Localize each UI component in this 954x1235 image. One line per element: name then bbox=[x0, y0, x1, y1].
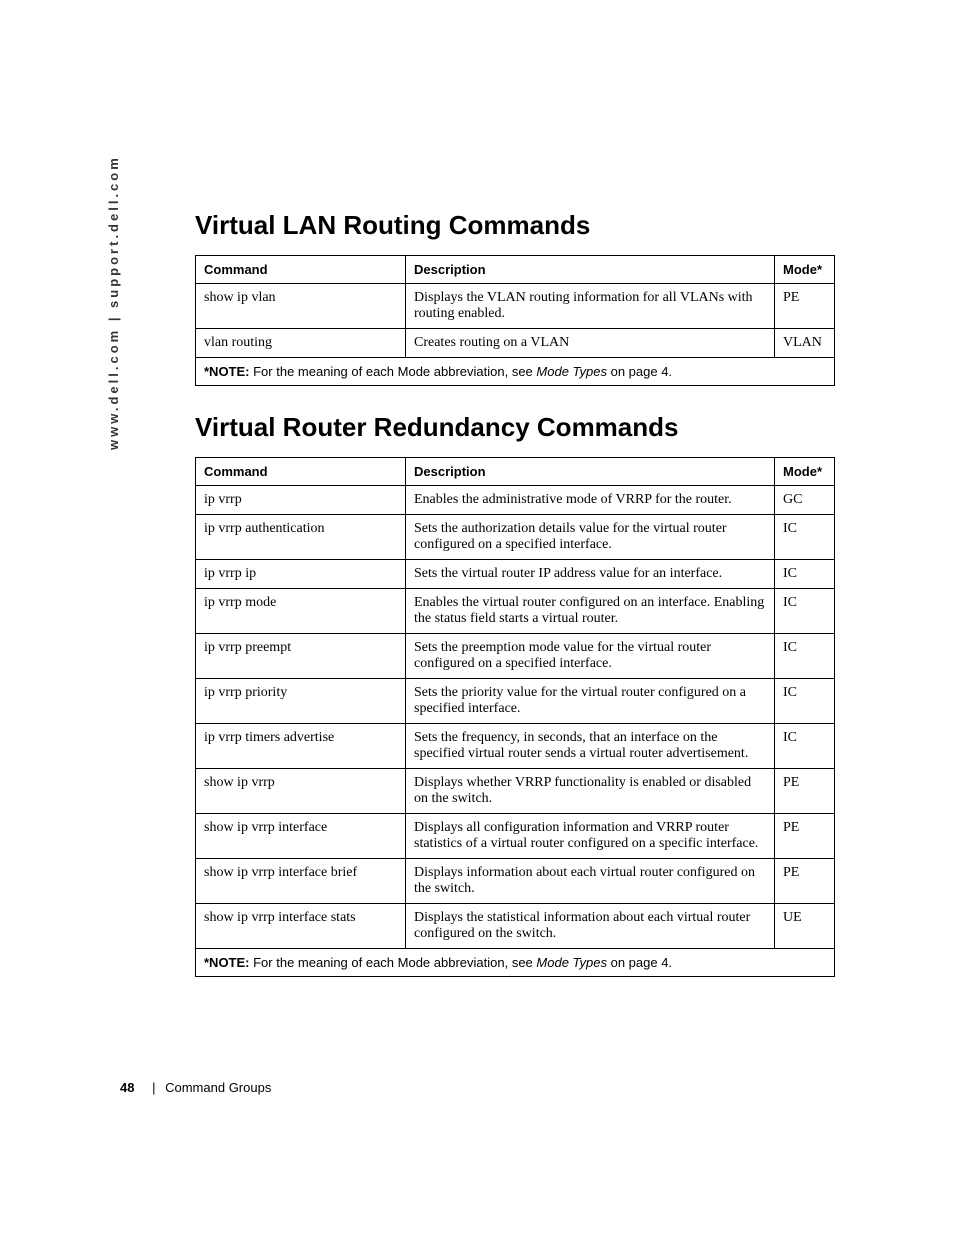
note-italic: Mode Types bbox=[536, 955, 607, 970]
table-header-row: Command Description Mode* bbox=[196, 458, 835, 486]
note-text-after: on page 4. bbox=[607, 364, 672, 379]
section2-title: Virtual Router Redundancy Commands bbox=[195, 412, 835, 443]
table-row: show ip vrrp interface statsDisplays the… bbox=[196, 904, 835, 949]
note-label: *NOTE: bbox=[204, 364, 250, 379]
table-row: vlan routingCreates routing on a VLANVLA… bbox=[196, 329, 835, 358]
cell-desc: Displays information about each virtual … bbox=[406, 859, 775, 904]
cell-mode: IC bbox=[775, 634, 835, 679]
cell-mode: IC bbox=[775, 560, 835, 589]
table-header-row: Command Description Mode* bbox=[196, 256, 835, 284]
cell-mode: PE bbox=[775, 859, 835, 904]
cell-mode: IC bbox=[775, 679, 835, 724]
table-vlan-routing: Command Description Mode* show ip vlanDi… bbox=[195, 255, 835, 386]
note-text-after: on page 4. bbox=[607, 955, 672, 970]
cell-mode: PE bbox=[775, 814, 835, 859]
cell-desc: Sets the priority value for the virtual … bbox=[406, 679, 775, 724]
cell-desc: Enables the virtual router configured on… bbox=[406, 589, 775, 634]
page-content: Virtual LAN Routing Commands Command Des… bbox=[195, 210, 835, 977]
footer-separator: | bbox=[152, 1080, 155, 1095]
footer-section: Command Groups bbox=[165, 1080, 271, 1095]
table-row: ip vrrpEnables the administrative mode o… bbox=[196, 486, 835, 515]
cell-cmd: ip vrrp priority bbox=[196, 679, 406, 724]
table-row: ip vrrp timers advertiseSets the frequen… bbox=[196, 724, 835, 769]
cell-desc: Creates routing on a VLAN bbox=[406, 329, 775, 358]
cell-cmd: ip vrrp preempt bbox=[196, 634, 406, 679]
section1-title: Virtual LAN Routing Commands bbox=[195, 210, 835, 241]
cell-mode: PE bbox=[775, 284, 835, 329]
table-note-row: *NOTE: For the meaning of each Mode abbr… bbox=[196, 358, 835, 386]
cell-mode: UE bbox=[775, 904, 835, 949]
cell-cmd: show ip vrrp interface bbox=[196, 814, 406, 859]
note-text-before: For the meaning of each Mode abbreviatio… bbox=[250, 955, 537, 970]
cell-cmd: ip vrrp mode bbox=[196, 589, 406, 634]
cell-desc: Sets the preemption mode value for the v… bbox=[406, 634, 775, 679]
table-row: ip vrrp authenticationSets the authoriza… bbox=[196, 515, 835, 560]
cell-desc: Sets the virtual router IP address value… bbox=[406, 560, 775, 589]
table-vrrp: Command Description Mode* ip vrrpEnables… bbox=[195, 457, 835, 977]
page-number: 48 bbox=[120, 1080, 134, 1095]
cell-mode: IC bbox=[775, 515, 835, 560]
table-row: show ip vlanDisplays the VLAN routing in… bbox=[196, 284, 835, 329]
sidebar-url: www.dell.com | support.dell.com bbox=[106, 155, 121, 450]
page-footer: 48 | Command Groups bbox=[120, 1080, 271, 1095]
cell-cmd: show ip vrrp interface stats bbox=[196, 904, 406, 949]
table-row: ip vrrp preemptSets the preemption mode … bbox=[196, 634, 835, 679]
cell-mode: VLAN bbox=[775, 329, 835, 358]
cell-mode: IC bbox=[775, 724, 835, 769]
col-mode: Mode* bbox=[775, 256, 835, 284]
table-note-row: *NOTE: For the meaning of each Mode abbr… bbox=[196, 949, 835, 977]
table-row: ip vrrp modeEnables the virtual router c… bbox=[196, 589, 835, 634]
table-row: show ip vrrp interfaceDisplays all confi… bbox=[196, 814, 835, 859]
cell-desc: Sets the authorization details value for… bbox=[406, 515, 775, 560]
col-command: Command bbox=[196, 256, 406, 284]
cell-desc: Displays whether VRRP functionality is e… bbox=[406, 769, 775, 814]
cell-mode: GC bbox=[775, 486, 835, 515]
cell-cmd: show ip vlan bbox=[196, 284, 406, 329]
table-row: ip vrrp prioritySets the priority value … bbox=[196, 679, 835, 724]
note-italic: Mode Types bbox=[536, 364, 607, 379]
cell-desc: Displays all configuration information a… bbox=[406, 814, 775, 859]
cell-cmd: show ip vrrp interface brief bbox=[196, 859, 406, 904]
cell-cmd: show ip vrrp bbox=[196, 769, 406, 814]
cell-cmd: ip vrrp ip bbox=[196, 560, 406, 589]
table-row: ip vrrp ipSets the virtual router IP add… bbox=[196, 560, 835, 589]
cell-mode: IC bbox=[775, 589, 835, 634]
col-description: Description bbox=[406, 458, 775, 486]
col-command: Command bbox=[196, 458, 406, 486]
col-mode: Mode* bbox=[775, 458, 835, 486]
cell-cmd: ip vrrp bbox=[196, 486, 406, 515]
cell-desc: Displays the statistical information abo… bbox=[406, 904, 775, 949]
cell-desc: Enables the administrative mode of VRRP … bbox=[406, 486, 775, 515]
cell-cmd: ip vrrp timers advertise bbox=[196, 724, 406, 769]
col-description: Description bbox=[406, 256, 775, 284]
cell-desc: Sets the frequency, in seconds, that an … bbox=[406, 724, 775, 769]
cell-desc: Displays the VLAN routing information fo… bbox=[406, 284, 775, 329]
cell-mode: PE bbox=[775, 769, 835, 814]
note-text-before: For the meaning of each Mode abbreviatio… bbox=[250, 364, 537, 379]
table-row: show ip vrrpDisplays whether VRRP functi… bbox=[196, 769, 835, 814]
cell-cmd: vlan routing bbox=[196, 329, 406, 358]
cell-cmd: ip vrrp authentication bbox=[196, 515, 406, 560]
note-label: *NOTE: bbox=[204, 955, 250, 970]
table-row: show ip vrrp interface briefDisplays inf… bbox=[196, 859, 835, 904]
